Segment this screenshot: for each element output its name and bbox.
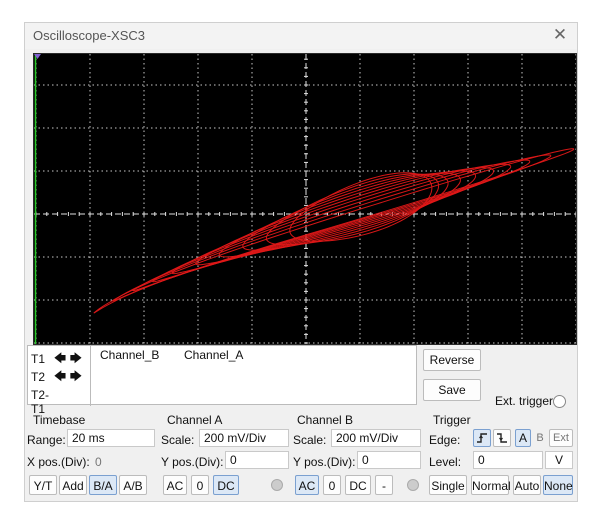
t2-left-arrow-icon[interactable]: 🡄: [53, 369, 67, 383]
channel-a-ac-button[interactable]: AC: [163, 475, 187, 495]
cursor-label-t2-t1: T2-T1: [31, 388, 49, 416]
ext-trigger-radio[interactable]: [553, 395, 566, 408]
timebase-title: Timebase: [33, 413, 86, 427]
channel-a-scale-label: Scale:: [161, 433, 195, 447]
timebase-range-label: Range:: [27, 433, 66, 447]
mode-ba-button[interactable]: B/A: [89, 475, 117, 495]
cursor-label-t1: T1: [31, 352, 46, 366]
trace-loop: [112, 154, 552, 302]
cursor-divider: [90, 346, 91, 406]
channel-b-scale-label: Scale:: [293, 433, 327, 447]
ext-trigger-label: Ext. trigger: [495, 394, 554, 408]
column-channel-a: Channel_A: [184, 348, 244, 362]
trace-loop: [171, 167, 495, 275]
channel-a-ypos-input[interactable]: 0: [225, 451, 289, 469]
trigger-source-a-button[interactable]: A: [515, 429, 531, 447]
rising-edge-icon[interactable]: [473, 429, 491, 447]
trigger-source-ext-button[interactable]: Ext: [549, 429, 573, 447]
timebase-xpos-label: X pos.(Div):: [27, 455, 90, 469]
t1-right-arrow-icon[interactable]: 🡆: [69, 351, 83, 365]
t1-left-arrow-icon[interactable]: 🡄: [53, 351, 67, 365]
save-button[interactable]: Save: [423, 379, 481, 401]
channel-b-scale-input[interactable]: 200 mV/Div: [331, 429, 421, 447]
oscilloscope-screen: [33, 53, 577, 345]
trigger-source-b-button[interactable]: B: [533, 429, 547, 447]
timebase-range-input[interactable]: 20 ms: [67, 429, 155, 447]
title-bar[interactable]: Oscilloscope-XSC3 ✕: [25, 23, 577, 49]
trigger-title: Trigger: [433, 413, 471, 427]
cursor-readout-panel: T1 🡄 🡆 T2 🡄 🡆 T2-T1 Channel_B Channel_A: [27, 345, 417, 416]
trace-loop: [195, 170, 477, 266]
trigger-auto-button[interactable]: Auto: [513, 475, 541, 495]
channel-a-ypos-label: Y pos.(Div):: [161, 455, 224, 469]
trigger-single-button[interactable]: Single: [429, 475, 467, 495]
channel-b-dc-button[interactable]: DC: [345, 475, 371, 495]
trigger-level-input[interactable]: 0: [473, 451, 543, 469]
window-title: Oscilloscope-XSC3: [33, 28, 145, 43]
mode-add-button[interactable]: Add: [59, 475, 87, 495]
channel-a-indicator: [271, 479, 283, 491]
channel-b-ac-button[interactable]: AC: [295, 475, 319, 495]
channel-b-zero-button[interactable]: 0: [323, 475, 341, 495]
trigger-level-label: Level:: [429, 455, 462, 469]
channel-a-title: Channel A: [167, 413, 223, 427]
channel-a-scale-input[interactable]: 200 mV/Div: [199, 429, 289, 447]
trigger-normal-button[interactable]: Normal: [471, 475, 511, 495]
mode-ab-button[interactable]: A/B: [119, 475, 147, 495]
falling-edge-icon[interactable]: [493, 429, 511, 447]
timebase-xpos-value[interactable]: 0: [95, 455, 102, 469]
column-channel-b: Channel_B: [100, 348, 160, 362]
channel-a-dc-button[interactable]: DC: [213, 475, 239, 495]
reverse-button[interactable]: Reverse: [423, 349, 481, 371]
close-icon[interactable]: ✕: [549, 25, 571, 45]
trace-loop: [289, 172, 433, 242]
channel-b-ypos-input[interactable]: 0: [357, 451, 421, 469]
trace-display: [34, 54, 576, 344]
channel-b-title: Channel B: [297, 413, 354, 427]
channel-b-ypos-label: Y pos.(Div):: [293, 455, 356, 469]
trigger-none-button[interactable]: None: [543, 475, 573, 495]
trigger-level-unit[interactable]: V: [545, 451, 573, 469]
cursor-label-t2: T2: [31, 370, 46, 384]
channel-b-minus-button[interactable]: -: [375, 475, 393, 495]
channel-a-zero-button[interactable]: 0: [191, 475, 209, 495]
trace-loop: [93, 148, 575, 314]
mode-yt-button[interactable]: Y/T: [29, 475, 57, 495]
channel-b-indicator: [407, 479, 419, 491]
cursor-rows: T1 🡄 🡆 T2 🡄 🡆 T2-T1: [31, 350, 91, 416]
trigger-edge-label: Edge:: [429, 433, 461, 447]
oscilloscope-window: Oscilloscope-XSC3 ✕ T1 🡄 🡆 T2 🡄 🡆 T2-T1 …: [24, 22, 578, 502]
t2-right-arrow-icon[interactable]: 🡆: [69, 369, 83, 383]
